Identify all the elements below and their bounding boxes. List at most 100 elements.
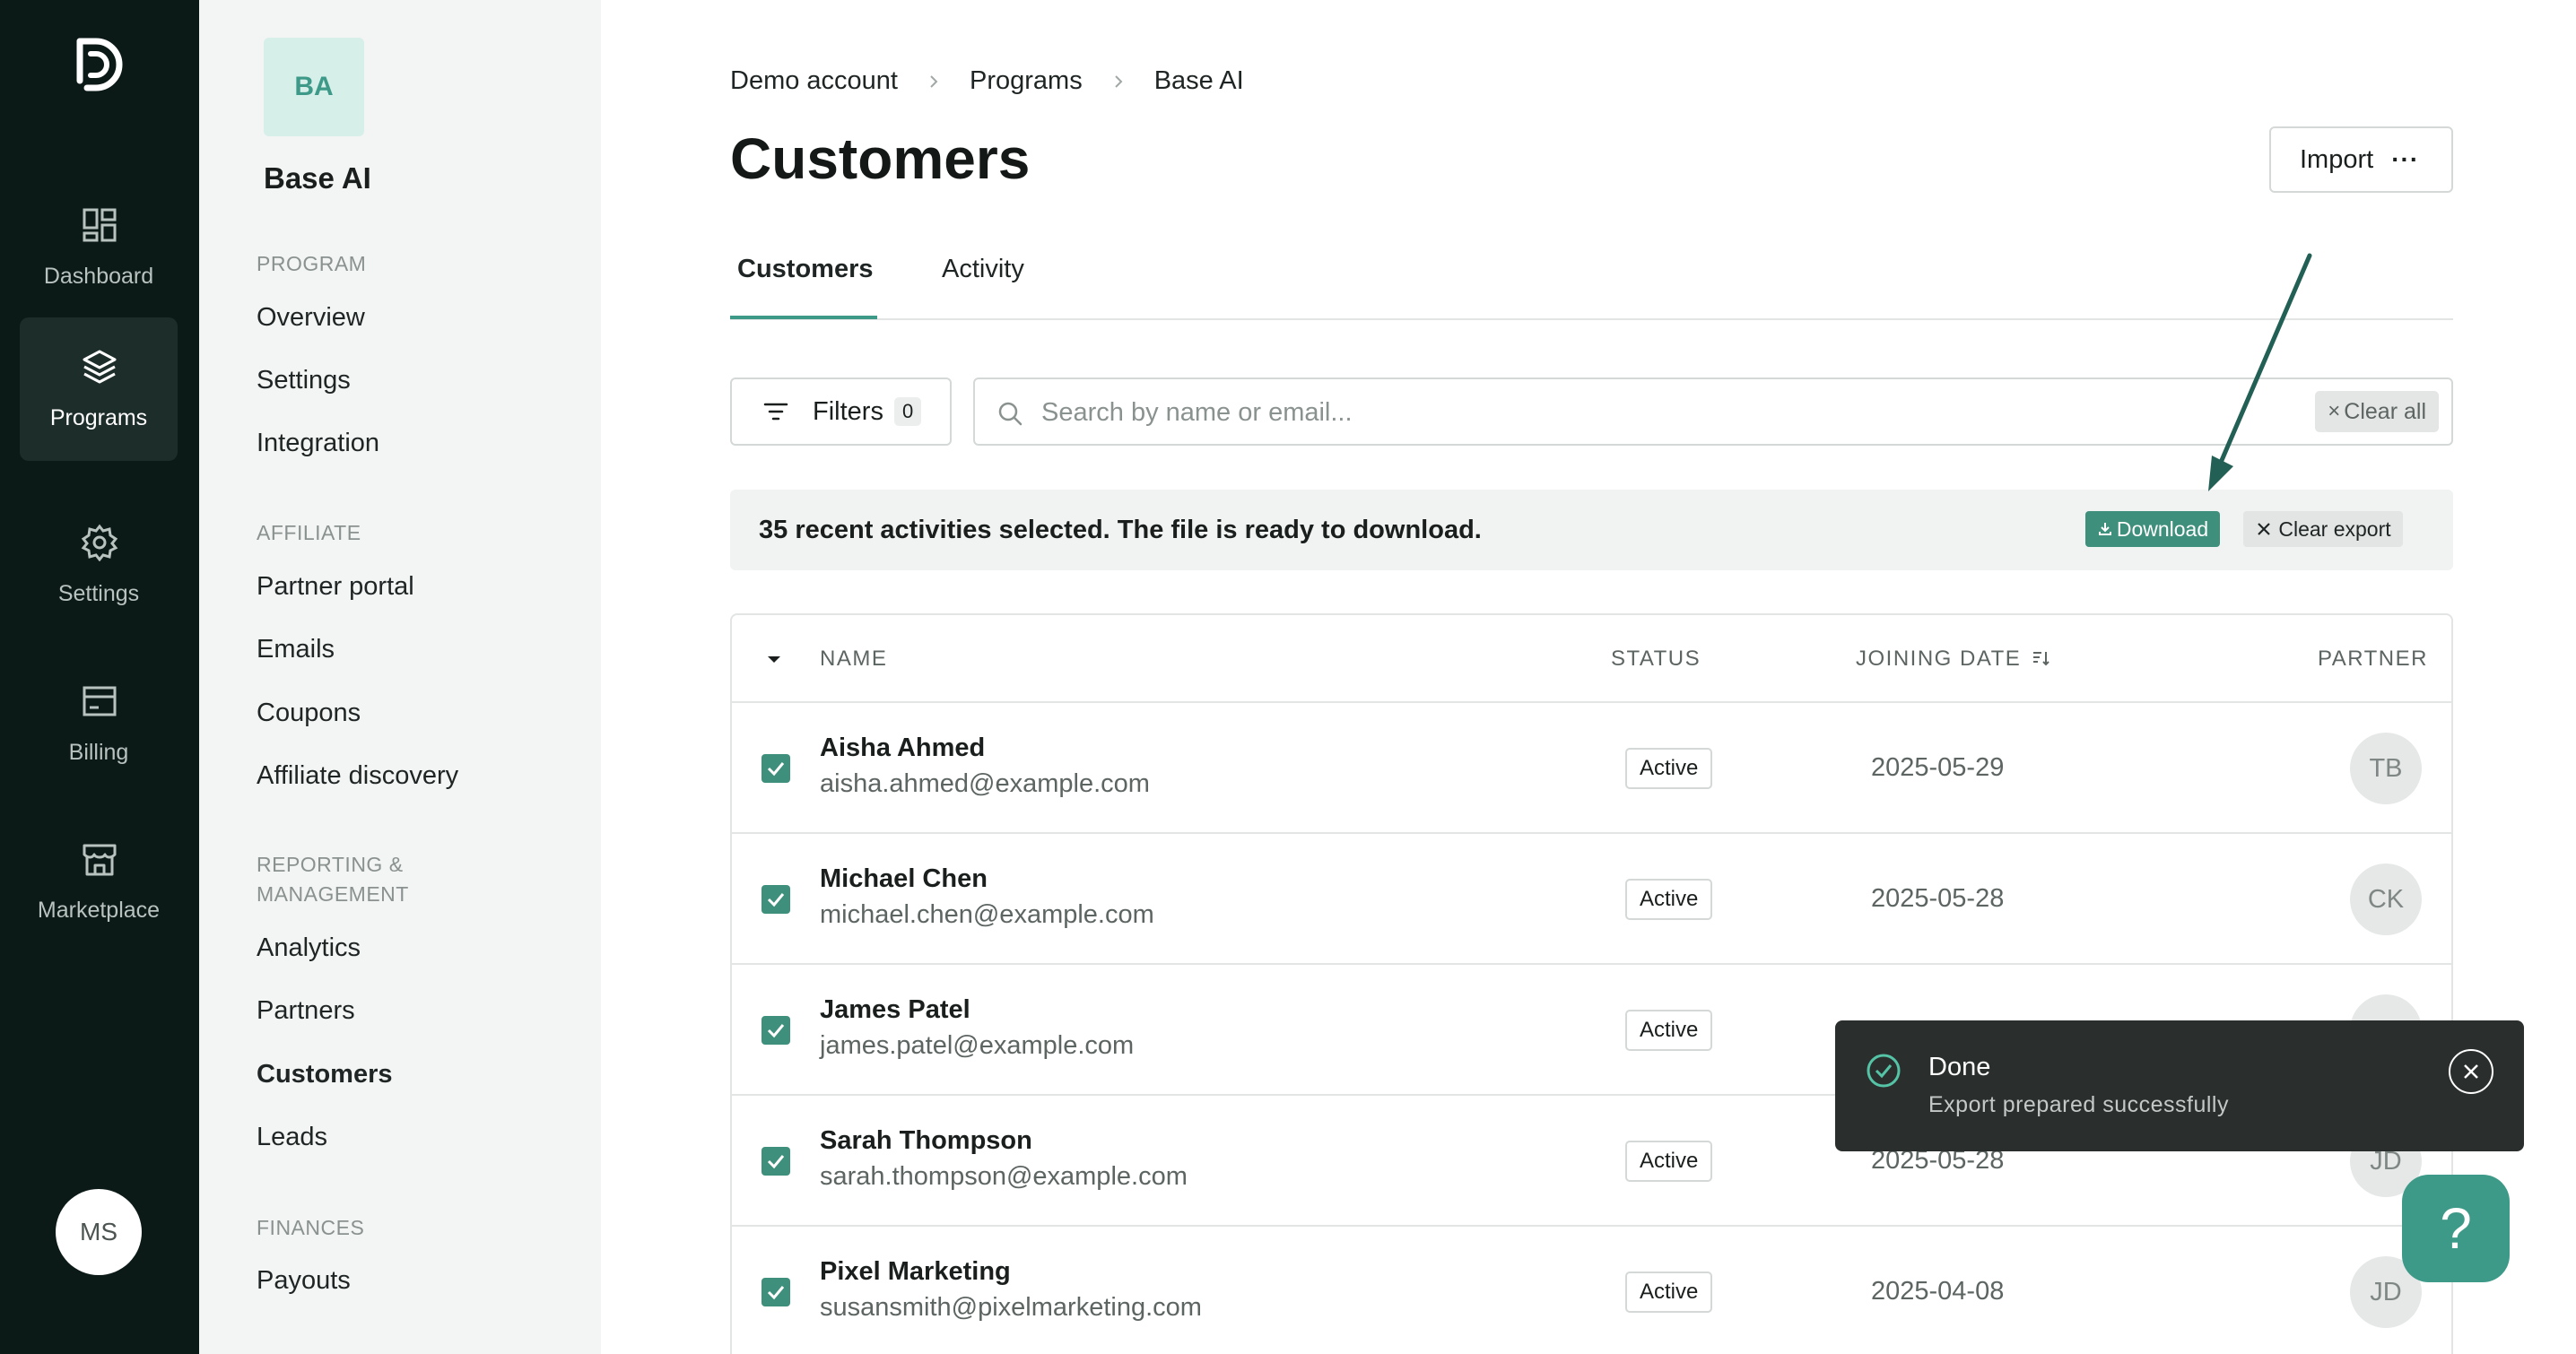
clear-export-label: Clear export	[2278, 516, 2391, 541]
column-header-name: NAME	[820, 647, 888, 671]
tab-activity[interactable]: Activity	[942, 255, 1024, 284]
sidebar-item-settings[interactable]: Settings	[257, 366, 351, 395]
status-badge: Active	[1625, 1010, 1713, 1051]
column-header-partner: PARTNER	[2318, 647, 2428, 671]
customer-name: James Patel	[820, 995, 970, 1024]
user-avatar[interactable]: MS	[56, 1189, 142, 1275]
row-checkbox[interactable]	[761, 1147, 790, 1176]
table-row[interactable]: Michael Chen michael.chen@example.com Ac…	[732, 834, 2451, 965]
row-checkbox[interactable]	[761, 1278, 790, 1306]
rail-item-marketplace[interactable]: Marketplace	[20, 810, 178, 953]
sidebar-item-leads[interactable]: Leads	[257, 1123, 327, 1152]
dashboard-grid-icon	[81, 206, 118, 244]
row-checkbox[interactable]	[761, 1016, 790, 1045]
customer-name: Aisha Ahmed	[820, 733, 986, 762]
more-dots-icon: ···	[2391, 145, 2420, 173]
status-badge: Active	[1625, 879, 1713, 920]
download-label: Download	[2116, 516, 2209, 541]
close-icon	[2464, 1064, 2478, 1079]
close-icon	[2255, 520, 2278, 538]
clear-export-button[interactable]: Clear export	[2243, 511, 2403, 547]
filters-label: Filters	[813, 396, 883, 426]
sidebar-item-customers[interactable]: Customers	[257, 1060, 393, 1089]
rail-item-label: Programs	[49, 405, 148, 430]
annotation-arrow	[2197, 242, 2341, 502]
customer-name: Pixel Marketing	[820, 1257, 1011, 1286]
search-placeholder: Search by name or email...	[1041, 398, 1353, 427]
customer-name: Michael Chen	[820, 864, 988, 893]
sidebar-item-payouts[interactable]: Payouts	[257, 1266, 351, 1296]
joining-date: 2025-05-29	[1871, 753, 2005, 782]
sidebar-item-coupons[interactable]: Coupons	[257, 699, 361, 728]
gear-icon	[81, 524, 118, 561]
filters-button[interactable]: Filters 0	[730, 378, 952, 446]
joining-date: 2025-05-28	[1871, 884, 2005, 913]
breadcrumb-item[interactable]: Programs	[970, 66, 1083, 96]
sidebar-item-integration[interactable]: Integration	[257, 429, 379, 458]
brand-logo-icon[interactable]	[74, 36, 125, 102]
select-all-dropdown-icon[interactable]	[761, 648, 788, 670]
customer-email: michael.chen@example.com	[820, 900, 1154, 929]
toast-close-button[interactable]	[2449, 1049, 2493, 1094]
sidebar-item-overview[interactable]: Overview	[257, 303, 365, 333]
success-toast: Done Export prepared successfully	[1835, 1020, 2524, 1151]
column-header-joining-date[interactable]: JOINING DATE	[1856, 647, 2051, 672]
download-button[interactable]: Download	[2085, 511, 2220, 547]
toast-title: Done	[1928, 1053, 1991, 1081]
sidebar-item-partners[interactable]: Partners	[257, 996, 355, 1026]
program-sidebar: BA Base AI PROGRAM Overview Settings Int…	[199, 0, 601, 1354]
row-checkbox[interactable]	[761, 754, 790, 783]
primary-rail: Dashboard Programs Settings Billing Mark…	[0, 0, 199, 1354]
breadcrumb: Demo account Programs Base AI	[730, 66, 1244, 96]
table-row[interactable]: Pixel Marketing susansmith@pixelmarketin…	[732, 1227, 2451, 1354]
partner-avatar[interactable]: TB	[2350, 733, 2422, 804]
search-icon	[996, 400, 1023, 427]
rail-item-programs[interactable]: Programs	[20, 317, 178, 461]
joining-date-label: JOINING DATE	[1856, 647, 2022, 671]
joining-date: 2025-04-08	[1871, 1277, 2005, 1306]
rail-item-label: Billing	[68, 740, 129, 765]
rail-item-settings[interactable]: Settings	[20, 493, 178, 637]
sidebar-item-emails[interactable]: Emails	[257, 635, 335, 664]
active-tab-indicator	[730, 316, 877, 319]
filter-lines-icon	[762, 401, 789, 422]
download-icon	[2097, 521, 2117, 537]
chevron-right-icon	[927, 74, 941, 89]
import-button[interactable]: Import ···	[2269, 126, 2453, 193]
program-name: Base AI	[264, 161, 371, 195]
customer-email: sarah.thompson@example.com	[820, 1162, 1188, 1191]
sort-icon	[2032, 648, 2051, 668]
section-heading-reporting: REPORTING & MANAGEMENT	[257, 853, 409, 906]
toast-message: Export prepared successfully	[1928, 1092, 2229, 1117]
check-circle-icon	[1866, 1053, 1902, 1089]
row-checkbox[interactable]	[761, 885, 790, 914]
import-button-label: Import	[2300, 144, 2374, 174]
clear-all-label: Clear all	[2344, 398, 2426, 424]
customer-email: susansmith@pixelmarketing.com	[820, 1293, 1202, 1322]
rail-item-label: Marketplace	[37, 898, 161, 923]
status-badge: Active	[1625, 1272, 1713, 1313]
breadcrumb-item[interactable]: Demo account	[730, 66, 898, 96]
rail-item-dashboard[interactable]: Dashboard	[20, 176, 178, 319]
program-badge: BA	[264, 38, 364, 136]
status-badge: Active	[1625, 1141, 1713, 1182]
sidebar-item-affiliate-discovery[interactable]: Affiliate discovery	[257, 761, 458, 791]
table-row[interactable]: Aisha Ahmed aisha.ahmed@example.com Acti…	[732, 703, 2451, 834]
help-button[interactable]: ?	[2402, 1175, 2510, 1282]
table-header: NAME STATUS JOINING DATE PARTNER	[732, 615, 2451, 703]
rail-item-billing[interactable]: Billing	[20, 652, 178, 795]
sidebar-item-partner-portal[interactable]: Partner portal	[257, 572, 414, 602]
tab-customers[interactable]: Customers	[737, 255, 874, 284]
export-notice-bar: 35 recent activities selected. The file …	[730, 490, 2453, 570]
sidebar-item-analytics[interactable]: Analytics	[257, 933, 361, 963]
filters-count-badge: 0	[893, 397, 922, 426]
column-header-status: STATUS	[1611, 647, 1701, 671]
partner-avatar[interactable]: CK	[2350, 864, 2422, 935]
chevron-right-icon	[1111, 74, 1126, 89]
tabs-divider	[730, 318, 2453, 320]
section-heading-finances: FINANCES	[257, 1216, 365, 1239]
customer-email: james.patel@example.com	[820, 1031, 1135, 1060]
section-heading-affiliate: AFFILIATE	[257, 521, 361, 544]
customer-email: aisha.ahmed@example.com	[820, 769, 1150, 798]
breadcrumb-item[interactable]: Base AI	[1154, 66, 1244, 96]
